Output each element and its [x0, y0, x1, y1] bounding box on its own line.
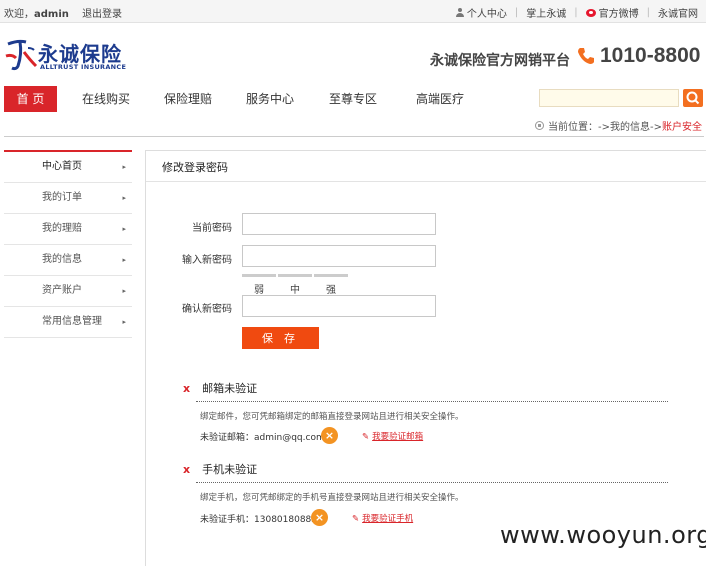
divider: |: [514, 7, 519, 18]
caret-right-icon: ▸: [122, 318, 126, 326]
sidebar-item-claims[interactable]: 我的理赔 ▸: [4, 214, 132, 245]
breadcrumb-path: 当前位置：->我的信息->: [548, 122, 662, 133]
sidebar-item-label: 常用信息管理: [42, 316, 102, 327]
divider: [4, 136, 704, 137]
caret-right-icon: ▸: [122, 287, 126, 295]
strength-label-weak: 弱: [254, 285, 264, 296]
sidebar-item-assets[interactable]: 资产账户 ▸: [4, 276, 132, 307]
person-icon: [455, 8, 464, 17]
new-password-label: 输入新密码: [182, 255, 232, 266]
mobile-link[interactable]: 掌上永诚: [526, 5, 566, 20]
strength-bar-strong: [314, 274, 348, 277]
nav-vip[interactable]: 至尊专区: [323, 86, 383, 112]
personal-center-link[interactable]: 个人中心: [467, 5, 507, 20]
hotline-number: 1010-8800: [600, 44, 701, 67]
email-value: admin@qq.com: [254, 433, 325, 443]
sidebar-item-my-info[interactable]: 我的信息 ▸: [4, 245, 132, 276]
sidebar-item-label: 我的订单: [42, 192, 82, 203]
phone-verify-row: 未验证手机：13080180882: [200, 512, 317, 525]
top-links: 个人中心 | 掌上永诚 | 官方微博 | 永诚官网: [455, 5, 698, 20]
verify-email-link[interactable]: ✎ 我要验证邮箱: [362, 430, 423, 442]
divider: |: [574, 7, 578, 18]
logout-link[interactable]: 退出登录: [82, 9, 122, 20]
search-input[interactable]: [539, 89, 679, 107]
pencil-icon: ✎: [362, 432, 370, 442]
caret-right-icon: ▸: [122, 225, 126, 233]
current-password-label: 当前密码: [192, 223, 232, 234]
sidebar-item-label: 我的信息: [42, 254, 82, 265]
breadcrumb-current[interactable]: 账户安全: [662, 118, 702, 133]
divider: [146, 181, 706, 182]
search-button[interactable]: [683, 89, 703, 107]
strength-label-strong: 强: [326, 285, 336, 296]
email-label: 未验证邮箱：: [200, 433, 255, 443]
sidebar-item-orders[interactable]: 我的订单 ▸: [4, 183, 132, 214]
logo-mark-icon: [5, 39, 38, 71]
phone-verify-desc: 绑定手机，您可凭邮绑定的手机号直接登录网站且进行相关安全操作。: [200, 493, 464, 503]
unverified-mark-icon: x: [183, 382, 191, 395]
phone-value: 13080180882: [254, 515, 318, 525]
sidebar-item-common-info[interactable]: 常用信息管理 ▸: [4, 307, 132, 338]
nav-claims[interactable]: 保险理赔: [158, 86, 218, 112]
phone-verify-title: 手机未验证: [202, 463, 258, 476]
strength-bar-weak: [242, 274, 276, 277]
breadcrumb: 当前位置：->我的信息-> 账户安全: [535, 118, 702, 133]
phone-icon: [578, 48, 594, 64]
divider: |: [646, 7, 650, 18]
save-button[interactable]: 保 存: [242, 327, 319, 349]
username: admin: [34, 9, 69, 20]
caret-right-icon: ▸: [122, 256, 126, 264]
phone-verify-heading: x 手机未验证: [183, 461, 257, 477]
confirm-password-input[interactable]: [242, 295, 436, 317]
email-verify-desc: 绑定邮件，您可凭邮箱绑定的邮箱直接登录网站且进行相关安全操作。: [200, 412, 464, 422]
sidebar-item-center-home[interactable]: 中心首页 ▸: [4, 152, 132, 183]
weibo-link[interactable]: 官方微博: [599, 5, 639, 20]
email-verify-row: 未验证邮箱：admin@qq.com: [200, 430, 325, 443]
weibo-icon: [585, 8, 596, 17]
panel-title: 修改登录密码: [162, 161, 228, 174]
nav-medical[interactable]: 高端医疗: [410, 86, 470, 112]
caret-right-icon: ▸: [122, 194, 126, 202]
platform-slogan: 永诚保险官方网销平台: [430, 53, 570, 69]
unverified-badge-icon: ×: [311, 509, 328, 526]
watermark: www.wooyun.org: [500, 521, 706, 549]
unverified-badge-icon: ×: [321, 427, 338, 444]
nav-home[interactable]: 首 页: [4, 86, 57, 112]
verify-phone-link[interactable]: ✎ 我要验证手机: [352, 512, 413, 524]
welcome-area: 欢迎，admin 退出登录: [4, 5, 122, 20]
nav-online-buy[interactable]: 在线购买: [76, 86, 136, 112]
welcome-text: 欢迎，: [4, 9, 34, 20]
location-icon: [535, 121, 545, 130]
official-site-link[interactable]: 永诚官网: [658, 5, 698, 20]
hotline: 1010-8800: [576, 44, 700, 68]
top-bar: 欢迎，admin 退出登录 个人中心 | 掌上永诚 | 官方微博 | 永诚官网: [0, 0, 706, 23]
nav-service[interactable]: 服务中心: [240, 86, 300, 112]
email-verify-heading: x 邮箱未验证: [183, 380, 257, 396]
pencil-icon: ✎: [352, 514, 360, 524]
strength-label-medium: 中: [290, 285, 300, 296]
logo-en: ALLTRUST INSURANCE: [40, 63, 127, 71]
sidebar-item-label: 中心首页: [42, 161, 82, 172]
strength-bar-medium: [278, 274, 312, 277]
phone-label: 未验证手机：: [200, 515, 255, 525]
confirm-password-label: 确认新密码: [182, 304, 232, 315]
caret-right-icon: ▸: [122, 163, 126, 171]
logo[interactable]: 永诚保险 ALLTRUST INSURANCE: [4, 36, 134, 76]
new-password-input[interactable]: [242, 245, 436, 267]
divider: [196, 401, 668, 402]
sidebar-item-label: 资产账户: [42, 285, 82, 296]
sidebar-item-label: 我的理赔: [42, 223, 82, 234]
divider: [196, 482, 668, 483]
verify-phone-label: 我要验证手机: [362, 514, 414, 524]
verify-email-label: 我要验证邮箱: [372, 432, 424, 442]
unverified-mark-icon: x: [183, 463, 191, 476]
current-password-input[interactable]: [242, 213, 436, 235]
sidebar: 中心首页 ▸ 我的订单 ▸ 我的理赔 ▸ 我的信息 ▸ 资产账户 ▸ 常用信息管理 ▸: [4, 150, 132, 338]
search-icon: [686, 91, 700, 105]
email-verify-title: 邮箱未验证: [202, 382, 258, 395]
